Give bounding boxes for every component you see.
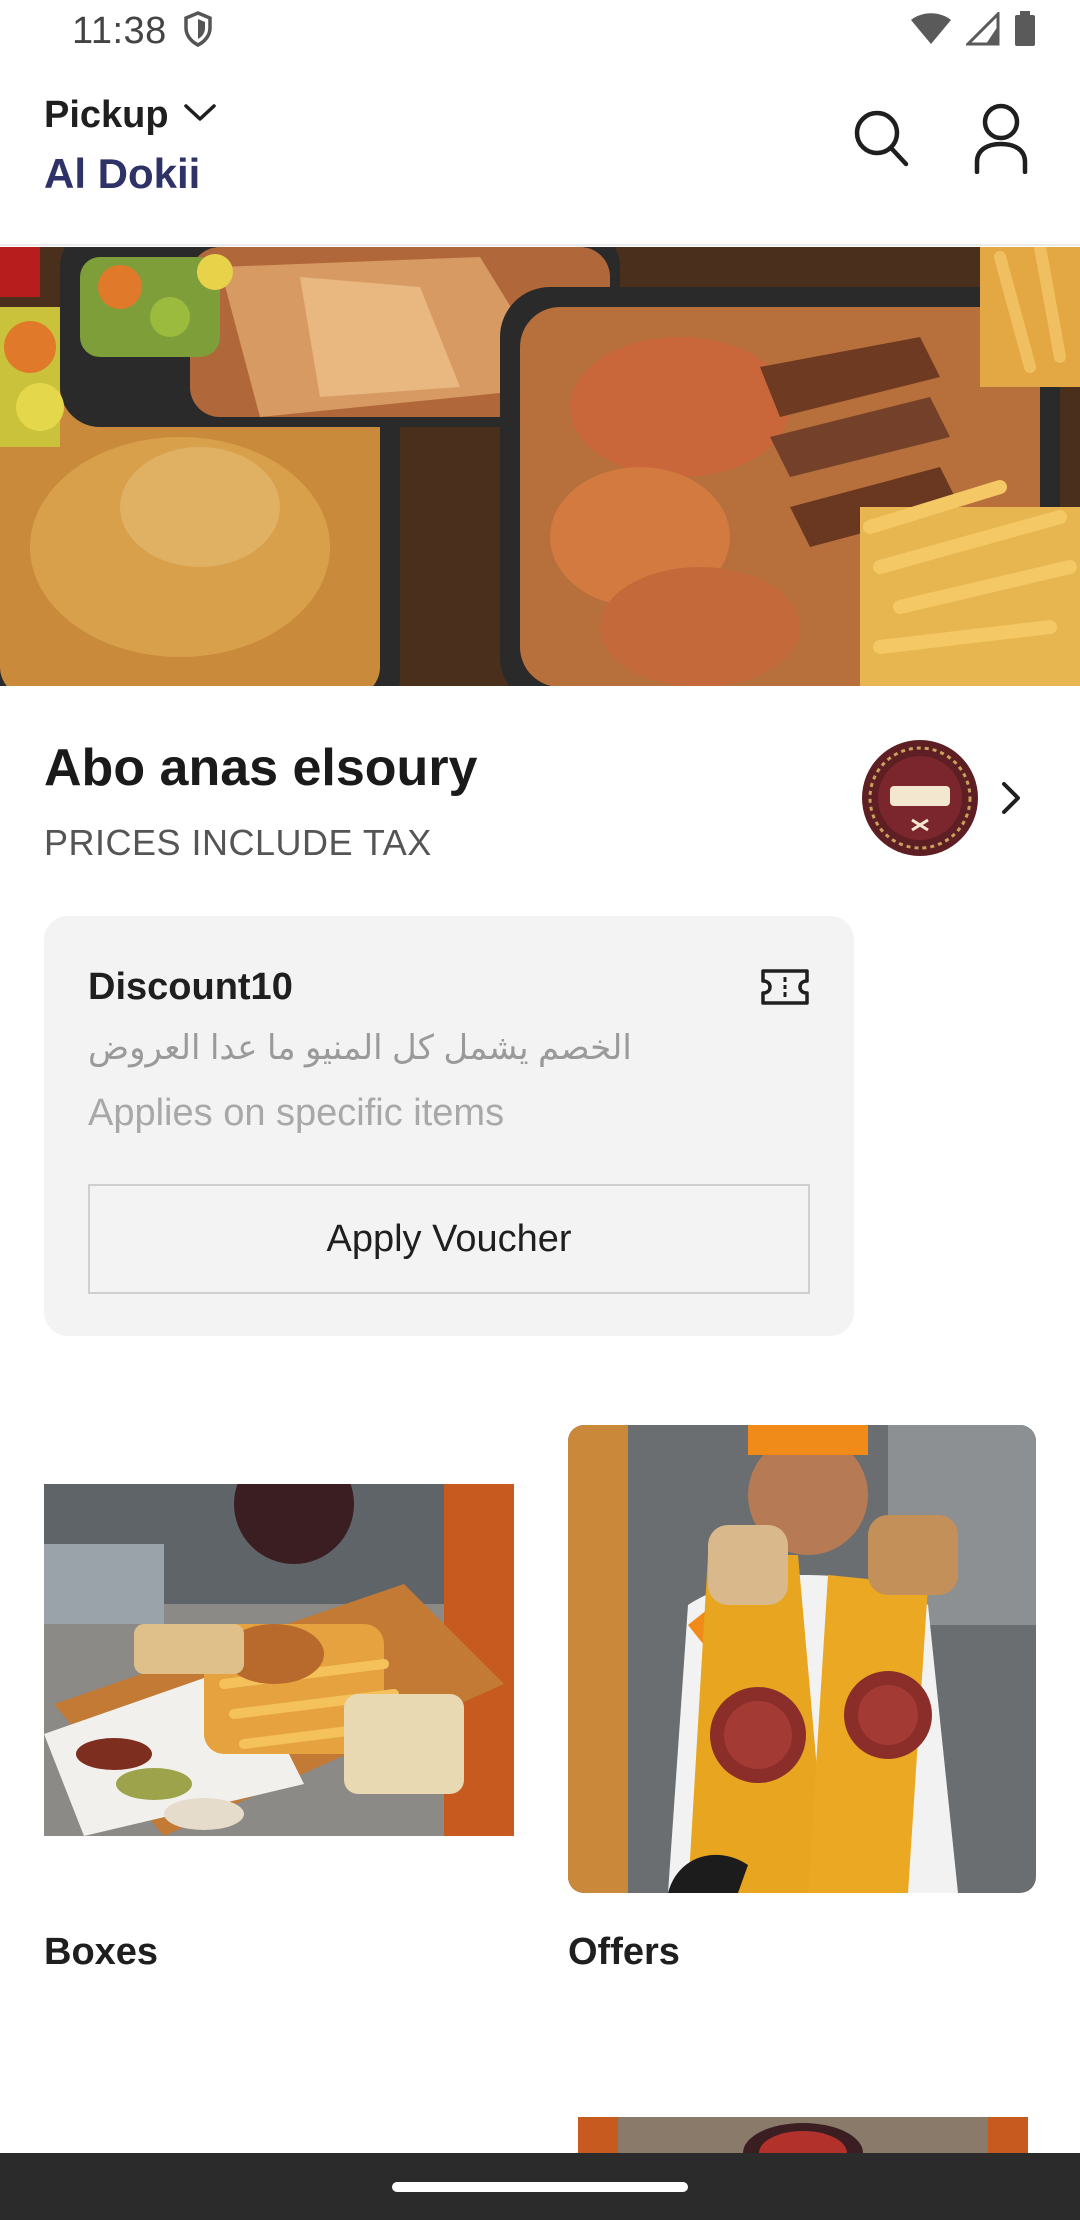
tax-note: PRICES INCLUDE TAX — [44, 822, 432, 863]
status-time: 11:38 — [72, 9, 167, 52]
chevron-right-icon[interactable] — [996, 778, 1026, 818]
restaurant-name: Abo anas elsoury — [44, 739, 478, 797]
restaurant-logo[interactable] — [860, 738, 980, 858]
system-navigation-bar — [0, 2153, 1080, 2220]
restaurant-banner-image — [0, 247, 1080, 686]
branch-name[interactable]: Al Dokii — [44, 150, 200, 198]
category-label[interactable]: Boxes — [44, 1931, 158, 1974]
profile-button[interactable] — [966, 102, 1036, 178]
order-mode-label[interactable]: Pickup — [44, 94, 169, 137]
wifi-icon — [910, 12, 952, 51]
chevron-down-icon[interactable] — [183, 102, 217, 129]
voucher-card: Discount10 الخصم يشمل كل المنيو ما عدا ا… — [44, 916, 854, 1336]
header-actions — [846, 102, 1036, 178]
status-bar: 11:38 — [0, 0, 1080, 62]
status-left: 11:38 — [72, 10, 213, 53]
cellular-signal-icon — [964, 9, 1000, 51]
voucher-scope: Applies on specific items — [88, 1092, 505, 1134]
battery-icon — [1014, 10, 1036, 52]
category-card-boxes[interactable]: Boxes — [44, 1425, 514, 1980]
home-gesture-handle[interactable] — [392, 2182, 688, 2192]
status-right — [910, 9, 1036, 52]
search-icon[interactable] — [852, 108, 910, 173]
category-image-partial[interactable] — [578, 2117, 1028, 2153]
order-mode-selector[interactable]: Pickup — [44, 94, 217, 137]
category-image[interactable] — [568, 1425, 1036, 1893]
category-card-offers[interactable]: Offers — [568, 1425, 1036, 1980]
apply-voucher-button[interactable]: Apply Voucher — [88, 1184, 810, 1294]
category-label[interactable]: Offers — [568, 1931, 680, 1974]
search-button[interactable] — [846, 102, 916, 178]
ticket-icon — [760, 968, 810, 1006]
shield-icon — [183, 10, 213, 52]
app-header: Pickup Al Dokii — [0, 62, 1080, 246]
voucher-code: Discount10 — [88, 966, 293, 1008]
voucher-description: الخصم يشمل كل المنيو ما عدا العروض — [88, 1029, 632, 1067]
category-image[interactable] — [44, 1484, 514, 1836]
user-icon[interactable] — [973, 102, 1029, 179]
